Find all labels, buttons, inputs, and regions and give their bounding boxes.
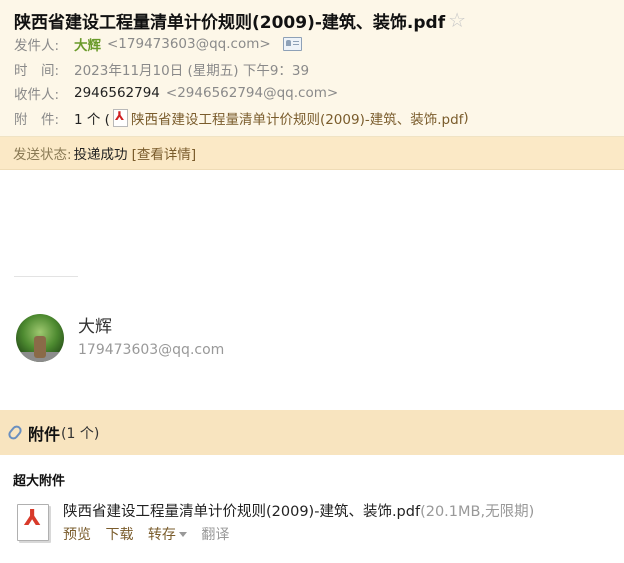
attachment-file-meta: (20.1MB,无限期) <box>420 504 535 520</box>
attachment-file-name[interactable]: 陕西省建设工程量清单计价规则(2009)-建筑、装饰.pdf(20.1MB,无限… <box>63 500 534 521</box>
pdf-icon <box>112 108 128 127</box>
attachment-item: ⅄ 陕西省建设工程量清单计价规则(2009)-建筑、装饰.pdf(20.1MB,… <box>0 491 624 551</box>
signature-email: 179473603@qq.com <box>78 342 225 358</box>
recipient-label: 收件人: <box>14 87 60 104</box>
recipient-row: 收件人: 2946562794 <2946562794@qq.com> <box>14 81 610 106</box>
chevron-down-icon <box>178 532 187 537</box>
avatar-trunk <box>34 336 46 358</box>
attachment-label: 附 件: <box>14 111 60 128</box>
attachment-link[interactable]: 陕西省建设工程量清单计价规则(2009)-建筑、装饰.pdf <box>131 108 463 128</box>
attachments-title: 附件 <box>28 424 61 444</box>
view-details-link[interactable]: [查看详情] <box>132 143 197 163</box>
send-status-bar: 发送状态: 投递成功 [查看详情] <box>0 137 624 170</box>
attachments-count: (1 个) <box>61 425 100 442</box>
signature-name: 大辉 <box>78 317 112 337</box>
time-row: 时 间: 2023年11月10日 (星期五) 下午9：39 <box>14 57 610 82</box>
attachment-file-title[interactable]: 陕西省建设工程量清单计价规则(2009)-建筑、装饰.pdf <box>63 504 420 520</box>
mail-header: 陕西省建设工程量清单计价规则(2009)-建筑、装饰.pdf ☆ 发件人: 大辉… <box>0 0 624 137</box>
time-value: 2023年11月10日 (星期五) 下午9：39 <box>74 62 310 79</box>
recipient-email: <2946562794@qq.com> <box>165 85 339 102</box>
attachments-header: 附件 (1 个) <box>0 410 624 455</box>
recipient-name[interactable]: 2946562794 <box>74 85 160 101</box>
attachment-row: 附 件: 1 个 ( 陕西省建设工程量清单计价规则(2009)-建筑、装饰.pd… <box>14 106 610 131</box>
star-icon[interactable]: ☆ <box>448 10 466 30</box>
sender-row: 发件人: 大辉 <179473603@qq.com> <box>14 32 610 57</box>
time-label: 时 间: <box>14 62 60 79</box>
paperclip-icon <box>6 423 24 442</box>
status-label: 发送状态: <box>13 147 72 163</box>
sender-label: 发件人: <box>14 38 60 55</box>
avatar <box>16 314 64 362</box>
sender-name[interactable]: 大辉 <box>74 34 101 54</box>
download-button[interactable]: 下载 <box>105 527 133 543</box>
pdf-glyph-icon: ⅄ <box>24 506 41 531</box>
signature-divider <box>14 276 78 277</box>
translate-button[interactable]: 翻译 <box>201 527 229 543</box>
mail-subject: 陕西省建设工程量清单计价规则(2009)-建筑、装饰.pdf <box>14 12 446 33</box>
contact-card-icon[interactable] <box>282 37 302 52</box>
pdf-file-icon: ⅄ <box>17 504 49 541</box>
preview-button[interactable]: 预览 <box>63 527 91 543</box>
attachment-count: 1 个 ( <box>74 111 110 128</box>
save-to-label: 转存 <box>147 527 176 543</box>
attachment-actions: 预览 下载 转存 翻译 <box>63 524 229 544</box>
save-to-button[interactable]: 转存 <box>148 527 187 543</box>
subject-row: 陕西省建设工程量清单计价规则(2009)-建筑、装饰.pdf ☆ <box>14 8 610 33</box>
large-attachment-label: 超大附件 <box>13 474 66 489</box>
mail-body: 大辉 179473603@qq.com <box>0 170 624 410</box>
attachment-close-paren: ) <box>463 109 469 126</box>
status-value: 投递成功 <box>73 147 128 163</box>
sender-email: <179473603@qq.com> <box>107 36 271 53</box>
